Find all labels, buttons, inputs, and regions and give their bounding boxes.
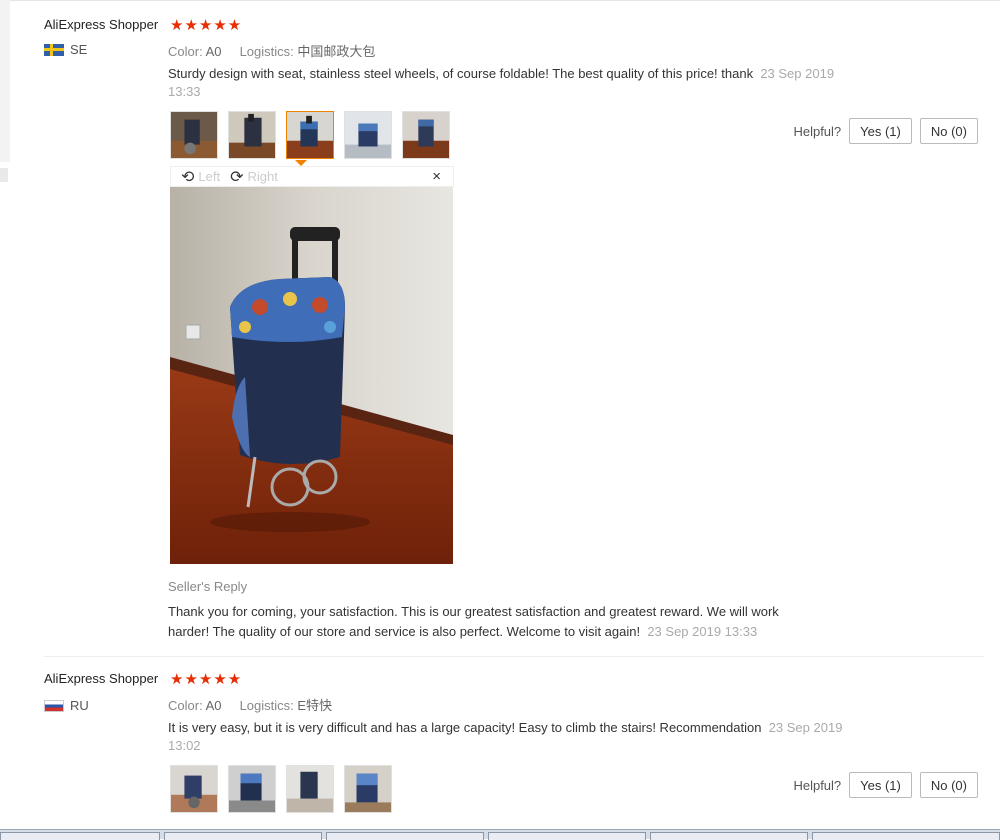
country-code: SE [70,42,88,57]
review-divider [44,656,984,657]
color-label: Color: [168,44,203,59]
cart-photo-icon [287,112,333,158]
color-value: A0 [205,698,222,713]
photo-thumbnail-selected[interactable] [286,111,334,159]
logistics-label: Logistics: [239,44,294,59]
cart-photo-icon [403,112,449,158]
country-code: RU [70,698,89,713]
review-text: It is very easy, but it is very difficul… [168,719,868,755]
photo-thumbnail[interactable] [228,765,276,813]
review-photo-thumbnails [170,765,392,813]
os-taskbar [0,829,1000,840]
logistics-label: Logistics: [239,698,294,713]
photo-thumbnail[interactable] [344,765,392,813]
rotate-right-icon: ⟳ [230,168,244,186]
rotate-left-button[interactable]: ⟲ Left [181,167,220,187]
cart-photo-icon [229,112,275,158]
shopping-cart-photo [170,187,453,564]
russia-flag-icon [44,699,64,712]
cart-photo-icon [171,112,217,158]
logistics-value: 中国邮政大包 [297,44,376,59]
helpful-yes-button[interactable]: Yes (1) [849,118,912,144]
review-attributes: Color: A0 Logistics: 中国邮政大包 [168,41,375,60]
rating-stars: ★★★★★ [170,671,243,688]
seller-reply-title: Seller's Reply [168,579,248,594]
logistics-value: E特快 [297,698,333,713]
reviewer-name: AliExpress Shopper [44,671,159,686]
cart-photo-icon [287,766,333,812]
photo-thumbnail[interactable] [170,111,218,159]
review-text: Sturdy design with seat, stainless steel… [168,65,868,101]
helpful-no-button[interactable]: No (0) [919,772,978,798]
rotate-left-icon: ⟲ [181,168,195,186]
reviewer-name: AliExpress Shopper [44,17,159,32]
top-divider [10,0,1000,1]
rotate-right-button[interactable]: ⟳ Right [230,167,278,187]
color-value: A0 [205,44,222,59]
helpful-no-button[interactable]: No (0) [919,118,978,144]
page-left-edge-tab [0,168,8,182]
photo-thumbnail[interactable] [170,765,218,813]
photo-thumbnail[interactable] [344,111,392,159]
photo-thumbnail[interactable] [228,111,276,159]
cart-photo-icon [345,766,391,812]
reviewer-country: SE [44,42,87,57]
photo-thumbnail[interactable] [402,111,450,159]
cart-photo-icon [229,766,275,812]
helpful-label: Helpful? [793,123,842,139]
cart-photo-icon [171,766,217,812]
review-body: Sturdy design with seat, stainless steel… [168,66,754,81]
reviewer-country: RU [44,698,89,713]
rotate-right-label: Right [247,169,278,184]
rating-stars: ★★★★★ [170,17,243,34]
rotate-left-label: Left [198,169,221,184]
review-photo-thumbnails [170,111,450,159]
helpful-vote: Helpful? Yes (1) No (0) [793,772,978,798]
sweden-flag-icon [44,43,64,56]
close-icon[interactable]: × [432,168,441,185]
enlarged-review-photo [170,187,453,564]
helpful-yes-button[interactable]: Yes (1) [849,772,912,798]
helpful-vote: Helpful? Yes (1) No (0) [793,118,978,144]
cart-photo-icon [345,112,391,158]
seller-reply: Thank you for coming, your satisfaction.… [168,602,818,642]
image-viewer-toolbar: ⟲ Left ⟳ Right × [170,166,454,187]
review-attributes: Color: A0 Logistics: E特快 [168,695,332,714]
color-label: Color: [168,698,203,713]
review-body: It is very easy, but it is very difficul… [168,720,762,735]
page-left-edge [0,0,10,162]
helpful-label: Helpful? [793,777,842,793]
seller-reply-date: 23 Sep 2019 13:33 [647,624,758,639]
photo-thumbnail[interactable] [286,765,334,813]
